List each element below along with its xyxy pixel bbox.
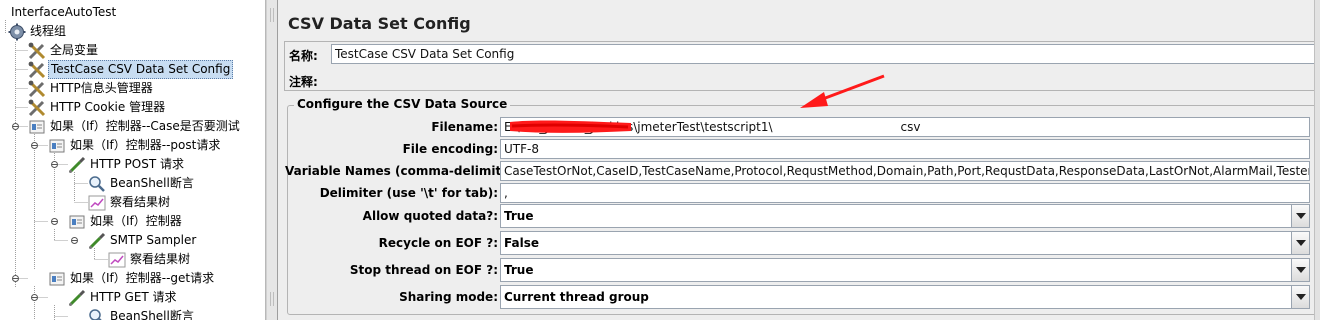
selected-value: True: [504, 209, 534, 223]
selected-value: False: [504, 236, 539, 250]
tree-node-view-results-tree[interactable]: 察看结果树: [0, 250, 260, 269]
tree-node-http-cookie-manager[interactable]: HTTP Cookie 管理器: [0, 98, 260, 117]
controller-icon: [29, 120, 45, 134]
page-title: CSV Data Set Config: [288, 14, 471, 33]
magnifier-icon: [89, 176, 105, 192]
tree-node-label: HTTP POST 请求: [90, 157, 184, 171]
filename-extension: csv: [900, 120, 921, 134]
tree-node-label: BeanShell断言: [110, 309, 194, 320]
stop-thread-on-eof-select[interactable]: True: [500, 258, 1310, 282]
tree-node-label: 察看结果树: [130, 252, 191, 266]
tree-node-beanshell-assertion[interactable]: BeanShell断言: [0, 174, 260, 193]
tree-node-thread-group[interactable]: 线程组: [0, 22, 260, 41]
allow-quoted-data-select[interactable]: True: [500, 204, 1310, 228]
dropdown-arrow-icon[interactable]: [1291, 205, 1309, 227]
gear-icon: [8, 23, 26, 41]
tree-node-label: 如果（If）控制器--post请求: [70, 138, 221, 152]
test-plan-tree[interactable]: InterfaceAutoTest 线程组 全局变量 TestCase CSV …: [0, 0, 266, 320]
recycle-on-eof-select[interactable]: False: [500, 231, 1310, 255]
delimiter-label: Delimiter (use '\t' for tab):: [319, 186, 498, 200]
tree-node-csv-data-set-config[interactable]: TestCase CSV Data Set Config: [0, 60, 260, 79]
splitter-grip[interactable]: [270, 292, 274, 306]
redaction-scribble: [510, 120, 631, 133]
tree-node-label: 全局变量: [50, 43, 99, 57]
annotation-arrow-icon: [800, 74, 885, 108]
name-input[interactable]: TestCase CSV Data Set Config: [331, 44, 1315, 64]
sampler-pipette-icon: [69, 156, 86, 173]
sharing-mode-label: Sharing mode:: [399, 290, 498, 304]
tree-node-label: 如果（If）控制器--Case是否要测试: [50, 119, 240, 133]
variable-names-input[interactable]: CaseTestOrNot,CaseID,TestCaseName,Protoc…: [500, 161, 1310, 181]
sharing-mode-select[interactable]: Current thread group: [500, 285, 1310, 309]
config-tools-icon: [28, 80, 46, 98]
tree-node-beanshell-assertion[interactable]: BeanShell断言: [0, 307, 260, 320]
comment-label: 注释:: [289, 75, 318, 89]
controller-icon: [69, 215, 85, 229]
tree-node-label: TestCase CSV Data Set Config: [48, 60, 234, 79]
tree-node-http-get-request[interactable]: HTTP GET 请求: [0, 288, 260, 307]
controller-icon: [49, 272, 65, 286]
tree-node-label: 如果（If）控制器--get请求: [70, 271, 215, 285]
right-window-edge: [1314, 0, 1320, 320]
file-encoding-label: File encoding:: [402, 142, 498, 156]
tree-node-smtp-sampler[interactable]: SMTP Sampler: [0, 231, 260, 250]
group-title: Configure the CSV Data Source: [294, 97, 511, 111]
recycle-on-eof-label: Recycle on EOF ?:: [378, 236, 498, 250]
tree-node-label: 如果（If）控制器: [90, 214, 182, 228]
tree-node-label: HTTP Cookie 管理器: [50, 100, 166, 114]
sampler-pipette-icon: [69, 289, 86, 306]
config-tools-icon: [28, 99, 46, 117]
selected-value: True: [504, 263, 534, 277]
config-tools-icon: [28, 61, 46, 79]
file-encoding-input[interactable]: UTF-8: [500, 139, 1310, 159]
listener-chart-icon: [88, 195, 106, 211]
listener-chart-icon: [108, 252, 126, 268]
stop-thread-on-eof-label: Stop thread on EOF ?:: [349, 263, 498, 277]
tree-node-label: 线程组: [30, 24, 67, 38]
csv-config-panel: CSV Data Set Config 名称: TestCase CSV Dat…: [278, 0, 1320, 320]
filename-label: Filename:: [431, 120, 498, 134]
variable-names-label: Variable Names (comma-delimited):: [285, 164, 529, 178]
tree-node-if-controller-case[interactable]: 如果（If）控制器--Case是否要测试: [0, 117, 260, 136]
tree-node-label: SMTP Sampler: [110, 233, 197, 247]
splitter-grip[interactable]: [270, 8, 274, 22]
magnifier-icon: [89, 309, 102, 320]
tree-node-label: BeanShell断言: [110, 176, 194, 190]
tree-node-label: 察看结果树: [110, 195, 171, 209]
tree-node-http-header-manager[interactable]: HTTP信息头管理器: [0, 79, 260, 98]
tree-node-view-results-tree[interactable]: 察看结果树: [0, 193, 260, 212]
allow-quoted-data-label: Allow quoted data?:: [362, 209, 498, 223]
tree-node-label: HTTP GET 请求: [90, 290, 177, 304]
tree-node-if-controller[interactable]: 如果（If）控制器: [0, 212, 260, 231]
delimiter-input[interactable]: ,: [500, 183, 1310, 203]
selected-value: Current thread group: [504, 290, 649, 304]
dropdown-arrow-icon[interactable]: [1291, 259, 1309, 281]
tree-node-label: HTTP信息头管理器: [50, 81, 153, 95]
tree-node-if-controller-post[interactable]: 如果（If）控制器--post请求: [0, 136, 260, 155]
tree-node-label: InterfaceAutoTest: [11, 5, 117, 19]
tree-node-http-post-request[interactable]: HTTP POST 请求: [0, 155, 260, 174]
name-label: 名称:: [289, 49, 318, 63]
controller-icon: [49, 139, 65, 153]
dropdown-arrow-icon[interactable]: [1291, 232, 1309, 254]
tree-node-test-plan[interactable]: InterfaceAutoTest: [0, 3, 260, 22]
tree-node-global-variables[interactable]: 全局变量: [0, 41, 260, 60]
config-tools-icon: [28, 42, 46, 60]
sampler-pipette-icon: [89, 232, 106, 249]
panel-splitter[interactable]: [266, 0, 278, 320]
tree-node-if-controller-get[interactable]: 如果（If）控制器--get请求: [0, 269, 260, 288]
dropdown-arrow-icon[interactable]: [1291, 286, 1309, 308]
